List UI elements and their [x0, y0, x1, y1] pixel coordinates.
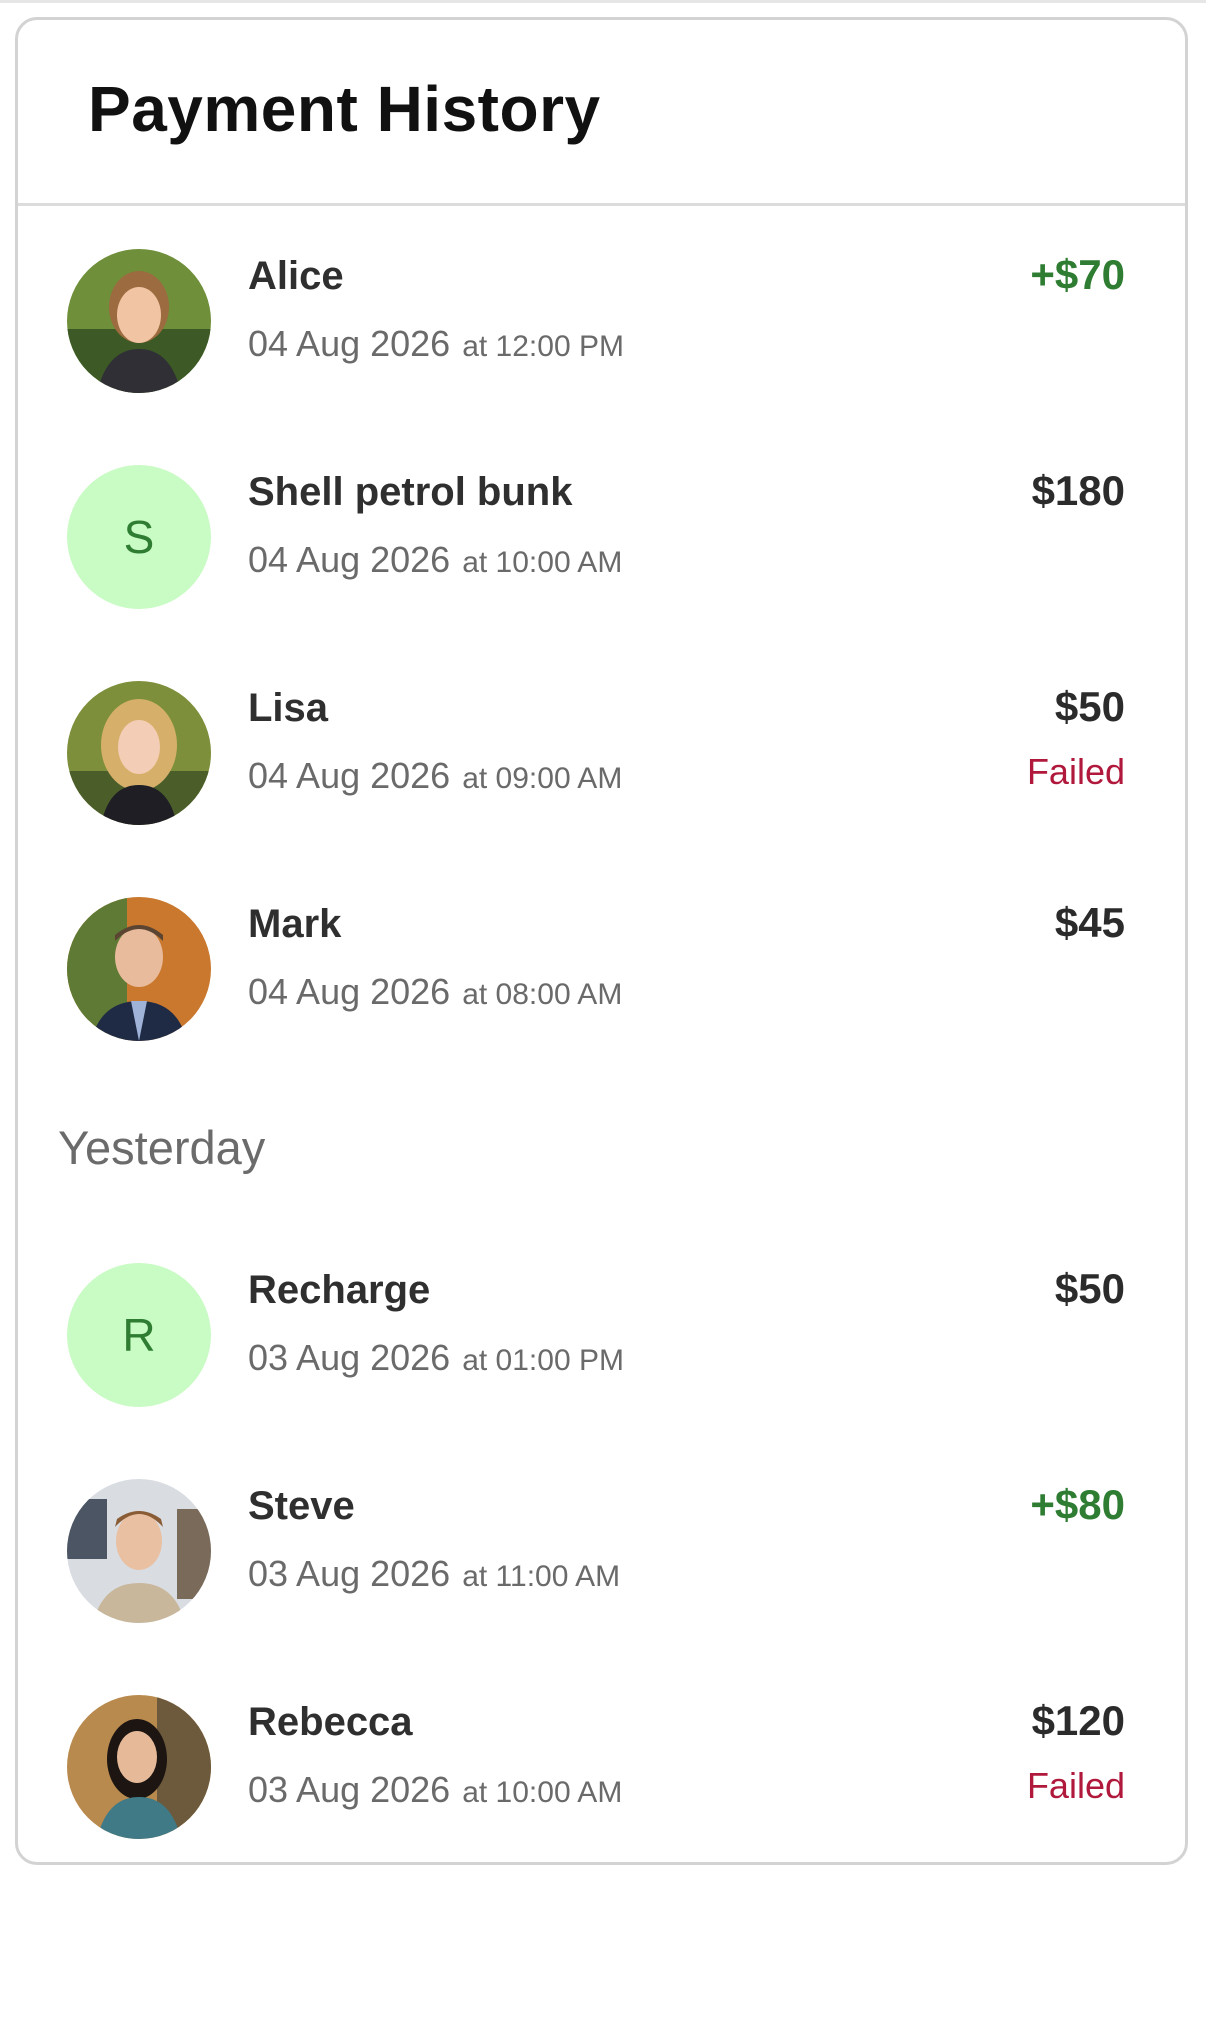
payment-history-card: Payment History Alice 04 Aug 2026 at 12:0…: [15, 17, 1188, 1865]
transaction-time: at 11:00 AM: [462, 1560, 621, 1593]
letter-avatar: R: [67, 1263, 211, 1407]
transaction-time: at 09:00 AM: [462, 762, 623, 795]
transaction-datetime: 03 Aug 2026 at 11:00 AM: [248, 1553, 620, 1595]
transaction-amount: $50: [1054, 683, 1125, 730]
list-item[interactable]: Lisa 04 Aug 2026 at 09:00 AM $50 Failed: [18, 681, 1185, 825]
transaction-date: 04 Aug 2026: [248, 755, 451, 796]
transaction-amount: $120: [1031, 1697, 1125, 1744]
status-divider: [0, 0, 1206, 3]
transaction-datetime: 04 Aug 2026 at 08:00 AM: [248, 971, 622, 1013]
transaction-datetime: 03 Aug 2026 at 10:00 AM: [248, 1769, 622, 1811]
transaction-date: 03 Aug 2026: [248, 1769, 451, 1810]
person-photo-icon: [67, 1695, 211, 1839]
page-title: Payment History: [88, 73, 601, 145]
payee-name: Alice: [248, 254, 344, 298]
transaction-date: 04 Aug 2026: [248, 539, 451, 580]
transaction-amount: $180: [1031, 467, 1125, 514]
transaction-amount: +$80: [1030, 1481, 1125, 1528]
transaction-amount: $45: [1054, 899, 1125, 946]
list-item[interactable]: Rebecca 03 Aug 2026 at 10:00 AM $120 Fail…: [18, 1695, 1185, 1839]
payee-name: Recharge: [248, 1268, 431, 1312]
transaction-datetime: 04 Aug 2026 at 10:00 AM: [248, 539, 622, 581]
transaction-date: 03 Aug 2026: [248, 1337, 451, 1378]
transaction-amount: +$70: [1030, 251, 1125, 298]
transaction-datetime: 04 Aug 2026 at 12:00 PM: [248, 323, 624, 365]
card-header: Payment History: [18, 20, 1185, 206]
section-header-yesterday: Yesterday: [58, 1121, 266, 1174]
avatar: [67, 249, 211, 393]
letter-avatar: S: [67, 465, 211, 609]
transaction-time: at 01:00 PM: [462, 1344, 624, 1377]
transaction-datetime: 04 Aug 2026 at 09:00 AM: [248, 755, 622, 797]
list-item[interactable]: S Shell petrol bunk 04 Aug 2026 at 10:00 …: [18, 465, 1185, 609]
status-failed: Failed: [1026, 751, 1125, 792]
avatar: [67, 897, 211, 1041]
list-item[interactable]: Mark 04 Aug 2026 at 08:00 AM $45: [18, 897, 1185, 1041]
list-item[interactable]: R Recharge 03 Aug 2026 at 01:00 PM $50: [18, 1263, 1185, 1407]
payee-name: Shell petrol bunk: [248, 470, 573, 514]
transaction-datetime: 03 Aug 2026 at 01:00 PM: [248, 1337, 624, 1379]
person-photo-icon: [67, 249, 211, 393]
person-photo-icon: [67, 681, 211, 825]
transaction-amount: $50: [1054, 1265, 1125, 1312]
transaction-date: 04 Aug 2026: [248, 971, 451, 1012]
person-photo-icon: [67, 1479, 211, 1623]
transaction-date: 04 Aug 2026: [248, 323, 451, 364]
list-item[interactable]: Alice 04 Aug 2026 at 12:00 PM +$70: [18, 249, 1185, 393]
transaction-time: at 08:00 AM: [462, 978, 623, 1011]
status-failed: Failed: [1026, 1765, 1125, 1806]
transaction-time: at 12:00 PM: [462, 330, 624, 363]
person-photo-icon: [67, 897, 211, 1041]
payee-name: Rebecca: [248, 1700, 413, 1744]
avatar: [67, 681, 211, 825]
transaction-time: at 10:00 AM: [462, 1776, 623, 1809]
list-item[interactable]: Steve 03 Aug 2026 at 11:00 AM +$80: [18, 1479, 1185, 1623]
payee-name: Steve: [248, 1484, 355, 1528]
transaction-time: at 10:00 AM: [462, 546, 623, 579]
payee-name: Lisa: [248, 686, 329, 730]
avatar: [67, 1695, 211, 1839]
transaction-date: 03 Aug 2026: [248, 1553, 451, 1594]
payee-name: Mark: [248, 902, 342, 946]
avatar: [67, 1479, 211, 1623]
